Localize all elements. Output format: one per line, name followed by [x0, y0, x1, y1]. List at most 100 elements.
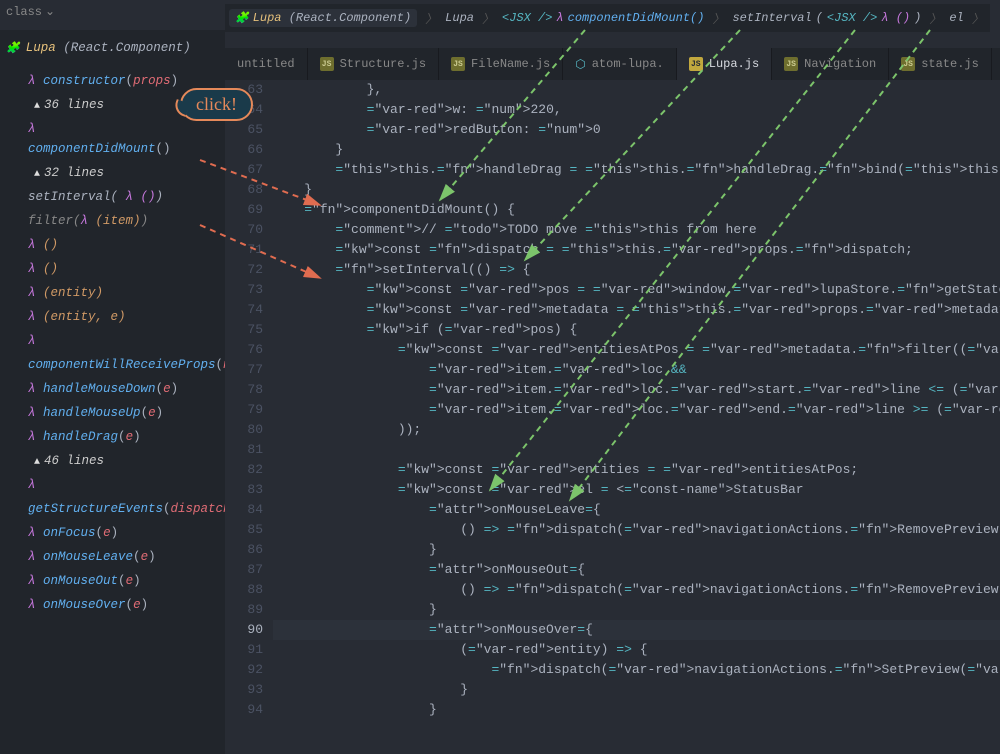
code-line[interactable]: }: [273, 600, 1000, 620]
sidebar-item[interactable]: λ (entity, e): [6, 305, 219, 329]
code-line[interactable]: }: [273, 700, 1000, 720]
line-number[interactable]: 68: [225, 180, 263, 200]
code-line[interactable]: ="fn">dispatch(="var-red">navigationActi…: [273, 660, 1000, 680]
code-line[interactable]: },: [273, 80, 1000, 100]
sidebar-item[interactable]: λ (): [6, 233, 219, 257]
line-number[interactable]: 82: [225, 460, 263, 480]
breadcrumb-cdm[interactable]: <JSX /> λ componentDidMount(): [502, 11, 704, 25]
sidebar-item[interactable]: λ handleMouseUp(e): [6, 401, 219, 425]
editor-tab[interactable]: JSStructure.js: [308, 48, 439, 80]
line-number[interactable]: 66: [225, 140, 263, 160]
line-number[interactable]: 75: [225, 320, 263, 340]
breadcrumb-el[interactable]: el: [949, 11, 963, 25]
sidebar-header[interactable]: Lupa (React.Component): [6, 38, 219, 59]
sidebar-item[interactable]: λ onMouseOut(e): [6, 569, 219, 593]
code-line[interactable]: ="kw">const ="fn">dispatch = ="this">thi…: [273, 240, 1000, 260]
code-line[interactable]: () => ="fn">dispatch(="var-red">navigati…: [273, 580, 1000, 600]
code-line[interactable]: ="attr">onMouseOut={: [273, 560, 1000, 580]
editor-tab[interactable]: untitled: [225, 48, 308, 80]
sidebar-item[interactable]: λ (): [6, 257, 219, 281]
sidebar-item[interactable]: setInterval( λ ()): [6, 185, 219, 209]
sidebar-item[interactable]: 32 lines: [6, 161, 219, 185]
editor-tab[interactable]: JSstate.js: [889, 48, 992, 80]
sidebar-item[interactable]: getStructureEvents(dispatch, metadata): [6, 497, 219, 521]
line-number[interactable]: 81: [225, 440, 263, 460]
line-number[interactable]: 83: [225, 480, 263, 500]
sidebar-item[interactable]: λ (entity): [6, 281, 219, 305]
line-number[interactable]: 94: [225, 700, 263, 720]
code-line[interactable]: ="this">this.="fn">handleDrag = ="this">…: [273, 160, 1000, 180]
code-line[interactable]: ="var-red">redButton: ="num">0: [273, 120, 1000, 140]
line-number[interactable]: 74: [225, 300, 263, 320]
code-line[interactable]: }: [273, 140, 1000, 160]
sidebar-item[interactable]: λ constructor(props): [6, 69, 219, 93]
line-number[interactable]: 87: [225, 560, 263, 580]
editor-tab[interactable]: JSFileName.js: [439, 48, 563, 80]
code-line[interactable]: }: [273, 180, 1000, 200]
class-dropdown[interactable]: class ⌄: [6, 4, 55, 19]
line-number[interactable]: 65: [225, 120, 263, 140]
breadcrumb-root[interactable]: Lupa (React.Component): [229, 9, 417, 27]
code-line[interactable]: ="attr">onMouseLeave={: [273, 500, 1000, 520]
code-line[interactable]: (="var-red">entity) => {: [273, 640, 1000, 660]
line-number[interactable]: 79: [225, 400, 263, 420]
editor-tab[interactable]: JSLupa.js: [677, 48, 772, 80]
breadcrumb-lupa[interactable]: Lupa: [445, 11, 474, 25]
code-line[interactable]: }: [273, 680, 1000, 700]
editor-tabs: untitledJSStructure.jsJSFileName.js⬡atom…: [225, 48, 1000, 80]
sidebar-item[interactable]: 46 lines: [6, 449, 219, 473]
sidebar-item[interactable]: λ onMouseLeave(e): [6, 545, 219, 569]
code-line[interactable]: ="fn">setInterval(() => {: [273, 260, 1000, 280]
line-number[interactable]: 91: [225, 640, 263, 660]
code-line[interactable]: ));: [273, 420, 1000, 440]
code-line[interactable]: ="comment">// ="todo">TODO move ="this">…: [273, 220, 1000, 240]
editor-tab[interactable]: JSNavigation: [772, 48, 889, 80]
code-line[interactable]: ="var-red">item.="var-red">loc.="var-red…: [273, 400, 1000, 420]
code-line[interactable]: ="kw">const ="var-red">el = <="const-nam…: [273, 480, 1000, 500]
code-line[interactable]: () => ="fn">dispatch(="var-red">navigati…: [273, 520, 1000, 540]
code-line[interactable]: ="var-red">item.="var-red">loc &&: [273, 360, 1000, 380]
line-number[interactable]: 72: [225, 260, 263, 280]
line-number[interactable]: 85: [225, 520, 263, 540]
line-number[interactable]: 69: [225, 200, 263, 220]
line-number[interactable]: 84: [225, 500, 263, 520]
code-line[interactable]: ="var-red">w: ="num">220,: [273, 100, 1000, 120]
line-number[interactable]: 77: [225, 360, 263, 380]
line-number[interactable]: 88: [225, 580, 263, 600]
code-line[interactable]: }: [273, 540, 1000, 560]
line-number[interactable]: 86: [225, 540, 263, 560]
breadcrumb-setinterval[interactable]: setInterval(<JSX /> λ ()): [732, 11, 921, 25]
sidebar-item[interactable]: λcomponentDidMount(): [6, 117, 219, 161]
code-line[interactable]: ="kw">const ="var-red">entitiesAtPos = =…: [273, 340, 1000, 360]
code-line[interactable]: ="kw">const ="var-red">metadata = ="this…: [273, 300, 1000, 320]
sidebar-item[interactable]: λ onMouseOver(e): [6, 593, 219, 617]
line-number[interactable]: 71: [225, 240, 263, 260]
code-editor[interactable]: }, ="var-red">w: ="num">220, ="var-red">…: [273, 80, 1000, 754]
sidebar-item[interactable]: componentWillReceiveProps(n): [6, 353, 219, 377]
sidebar-item[interactable]: λ handleDrag(e): [6, 425, 219, 449]
sidebar-item[interactable]: λ onFocus(e): [6, 521, 219, 545]
line-number[interactable]: 92: [225, 660, 263, 680]
line-number[interactable]: 78: [225, 380, 263, 400]
code-line[interactable]: [273, 440, 1000, 460]
code-line[interactable]: ="var-red">item.="var-red">loc.="var-red…: [273, 380, 1000, 400]
code-line[interactable]: ="kw">const ="var-red">pos = ="var-red">…: [273, 280, 1000, 300]
line-number[interactable]: 89: [225, 600, 263, 620]
sidebar-item[interactable]: λ: [6, 329, 219, 353]
line-number[interactable]: 73: [225, 280, 263, 300]
code-line[interactable]: ="kw">const ="var-red">entities = ="var-…: [273, 460, 1000, 480]
line-number[interactable]: 67: [225, 160, 263, 180]
breadcrumb: Lupa (React.Component) 〉 Lupa 〉 <JSX /> …: [225, 4, 990, 32]
sidebar-item[interactable]: λ: [6, 473, 219, 497]
sidebar-item[interactable]: filter(λ (item)): [6, 209, 219, 233]
line-number[interactable]: 76: [225, 340, 263, 360]
sidebar-item[interactable]: λ handleMouseDown(e): [6, 377, 219, 401]
line-number[interactable]: 80: [225, 420, 263, 440]
line-number[interactable]: 70: [225, 220, 263, 240]
code-line[interactable]: ="attr">onMouseOver={: [273, 620, 1000, 640]
code-line[interactable]: ="kw">if (="var-red">pos) {: [273, 320, 1000, 340]
line-number[interactable]: 93: [225, 680, 263, 700]
line-number[interactable]: 90: [225, 620, 263, 640]
code-line[interactable]: ="fn">componentDidMount() {: [273, 200, 1000, 220]
editor-tab[interactable]: ⬡atom-lupa.: [563, 48, 677, 80]
